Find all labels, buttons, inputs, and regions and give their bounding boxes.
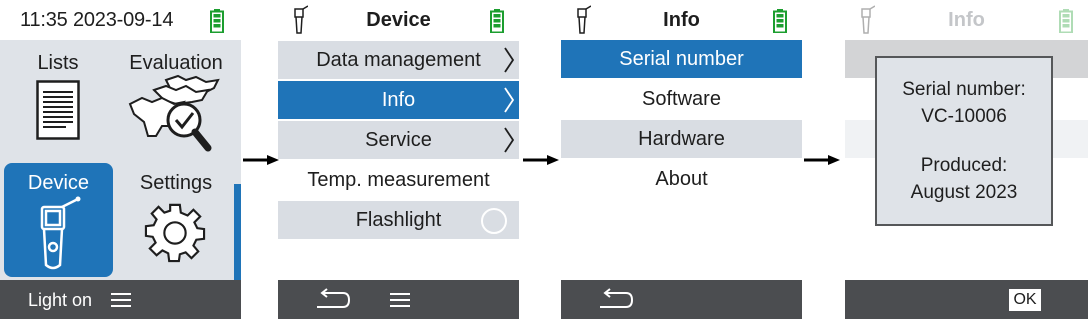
menu-item-software[interactable]: Software bbox=[561, 80, 802, 118]
device-menu-screen: Device Data management Info Service Temp… bbox=[278, 0, 519, 319]
page-title: Info bbox=[948, 9, 985, 31]
menu-item-label: Service bbox=[365, 129, 432, 151]
menu-item-hardware[interactable]: Hardware bbox=[561, 120, 802, 158]
clock-date: 2023-09-14 bbox=[72, 9, 174, 31]
arrow-right-icon bbox=[804, 155, 840, 165]
arrow-right-icon bbox=[243, 155, 279, 165]
chevron-right-icon bbox=[504, 127, 515, 153]
menu-item-info[interactable]: Info bbox=[278, 81, 519, 119]
menu-item-label: About bbox=[655, 168, 708, 190]
menu-item-label: Data management bbox=[316, 49, 481, 71]
serial-number-label: Serial number: bbox=[902, 79, 1026, 100]
bottom-bar: OK bbox=[845, 280, 1088, 319]
scrollbar-thumb[interactable] bbox=[234, 184, 241, 280]
tile-lists[interactable]: Lists bbox=[0, 44, 116, 158]
menu-item-service[interactable]: Service bbox=[278, 121, 519, 159]
produced-label: Produced: bbox=[920, 155, 1008, 176]
back-arrow-icon[interactable] bbox=[598, 288, 634, 312]
tile-evaluation[interactable]: Evaluation bbox=[118, 44, 234, 158]
page-title: Info bbox=[663, 9, 700, 31]
tile-settings[interactable]: Settings bbox=[118, 163, 234, 277]
menu-item-data-management[interactable]: Data management bbox=[278, 41, 519, 79]
tile-settings-label: Settings bbox=[139, 172, 213, 194]
battery-icon bbox=[490, 9, 504, 33]
menu-item-label: Info bbox=[381, 89, 416, 111]
cows-check-icon bbox=[128, 74, 220, 152]
serial-number-dialog: Serial number: VC-10006 Produced: August… bbox=[875, 56, 1053, 226]
info-menu-screen: Info Serial number Software Hardware Abo… bbox=[561, 0, 802, 319]
document-list-icon bbox=[36, 80, 80, 140]
serial-number-screen: Info Serial number: VC-10006 Produced: A… bbox=[845, 0, 1088, 319]
clock-time: 11:35 bbox=[20, 9, 68, 31]
scrollbar[interactable] bbox=[234, 40, 241, 280]
menu-item-label: Flashlight bbox=[355, 209, 442, 231]
menu-item-flashlight[interactable]: Flashlight bbox=[278, 201, 519, 239]
menu-item-label: Hardware bbox=[638, 128, 725, 150]
menu-item-about[interactable]: About bbox=[561, 160, 802, 198]
chevron-right-icon bbox=[504, 87, 515, 113]
menu-item-serial-number[interactable]: Serial number bbox=[561, 40, 802, 78]
battery-icon bbox=[773, 9, 787, 33]
menu-item-label: Software bbox=[642, 88, 721, 110]
hamburger-icon[interactable] bbox=[111, 292, 131, 308]
produced-value: August 2023 bbox=[910, 182, 1018, 203]
menu-item-label: Temp. measurement bbox=[307, 169, 490, 191]
main-menu-screen: 11:35 2023-09-14 Lists Evaluation Device… bbox=[0, 0, 241, 319]
tile-device-label: Device bbox=[27, 172, 90, 194]
bottom-bar bbox=[561, 280, 802, 319]
menu-item-temp-measurement[interactable]: Temp. measurement bbox=[278, 161, 519, 199]
device-reader-icon bbox=[40, 196, 81, 270]
tile-evaluation-label: Evaluation bbox=[129, 52, 223, 74]
bottom-bar: Light on bbox=[0, 280, 241, 319]
page-title: Device bbox=[366, 9, 431, 31]
chevron-right-icon bbox=[504, 47, 515, 73]
bottom-bar bbox=[278, 280, 519, 319]
light-on-button[interactable]: Light on bbox=[28, 280, 92, 319]
tile-device[interactable]: Device bbox=[4, 163, 113, 277]
battery-icon bbox=[210, 9, 224, 33]
arrow-right-icon bbox=[523, 155, 559, 165]
clock-datetime: 11:35 2023-09-14 bbox=[20, 0, 173, 40]
tile-lists-label: Lists bbox=[37, 52, 79, 74]
battery-icon bbox=[1059, 9, 1073, 33]
menu-item-label: Serial number bbox=[619, 48, 744, 70]
flashlight-toggle[interactable] bbox=[481, 208, 507, 234]
hamburger-icon[interactable] bbox=[390, 292, 410, 308]
back-arrow-icon[interactable] bbox=[315, 288, 351, 312]
gear-icon bbox=[144, 203, 206, 263]
serial-number-value: VC-10006 bbox=[921, 106, 1007, 127]
ok-button[interactable]: OK bbox=[1009, 289, 1041, 311]
